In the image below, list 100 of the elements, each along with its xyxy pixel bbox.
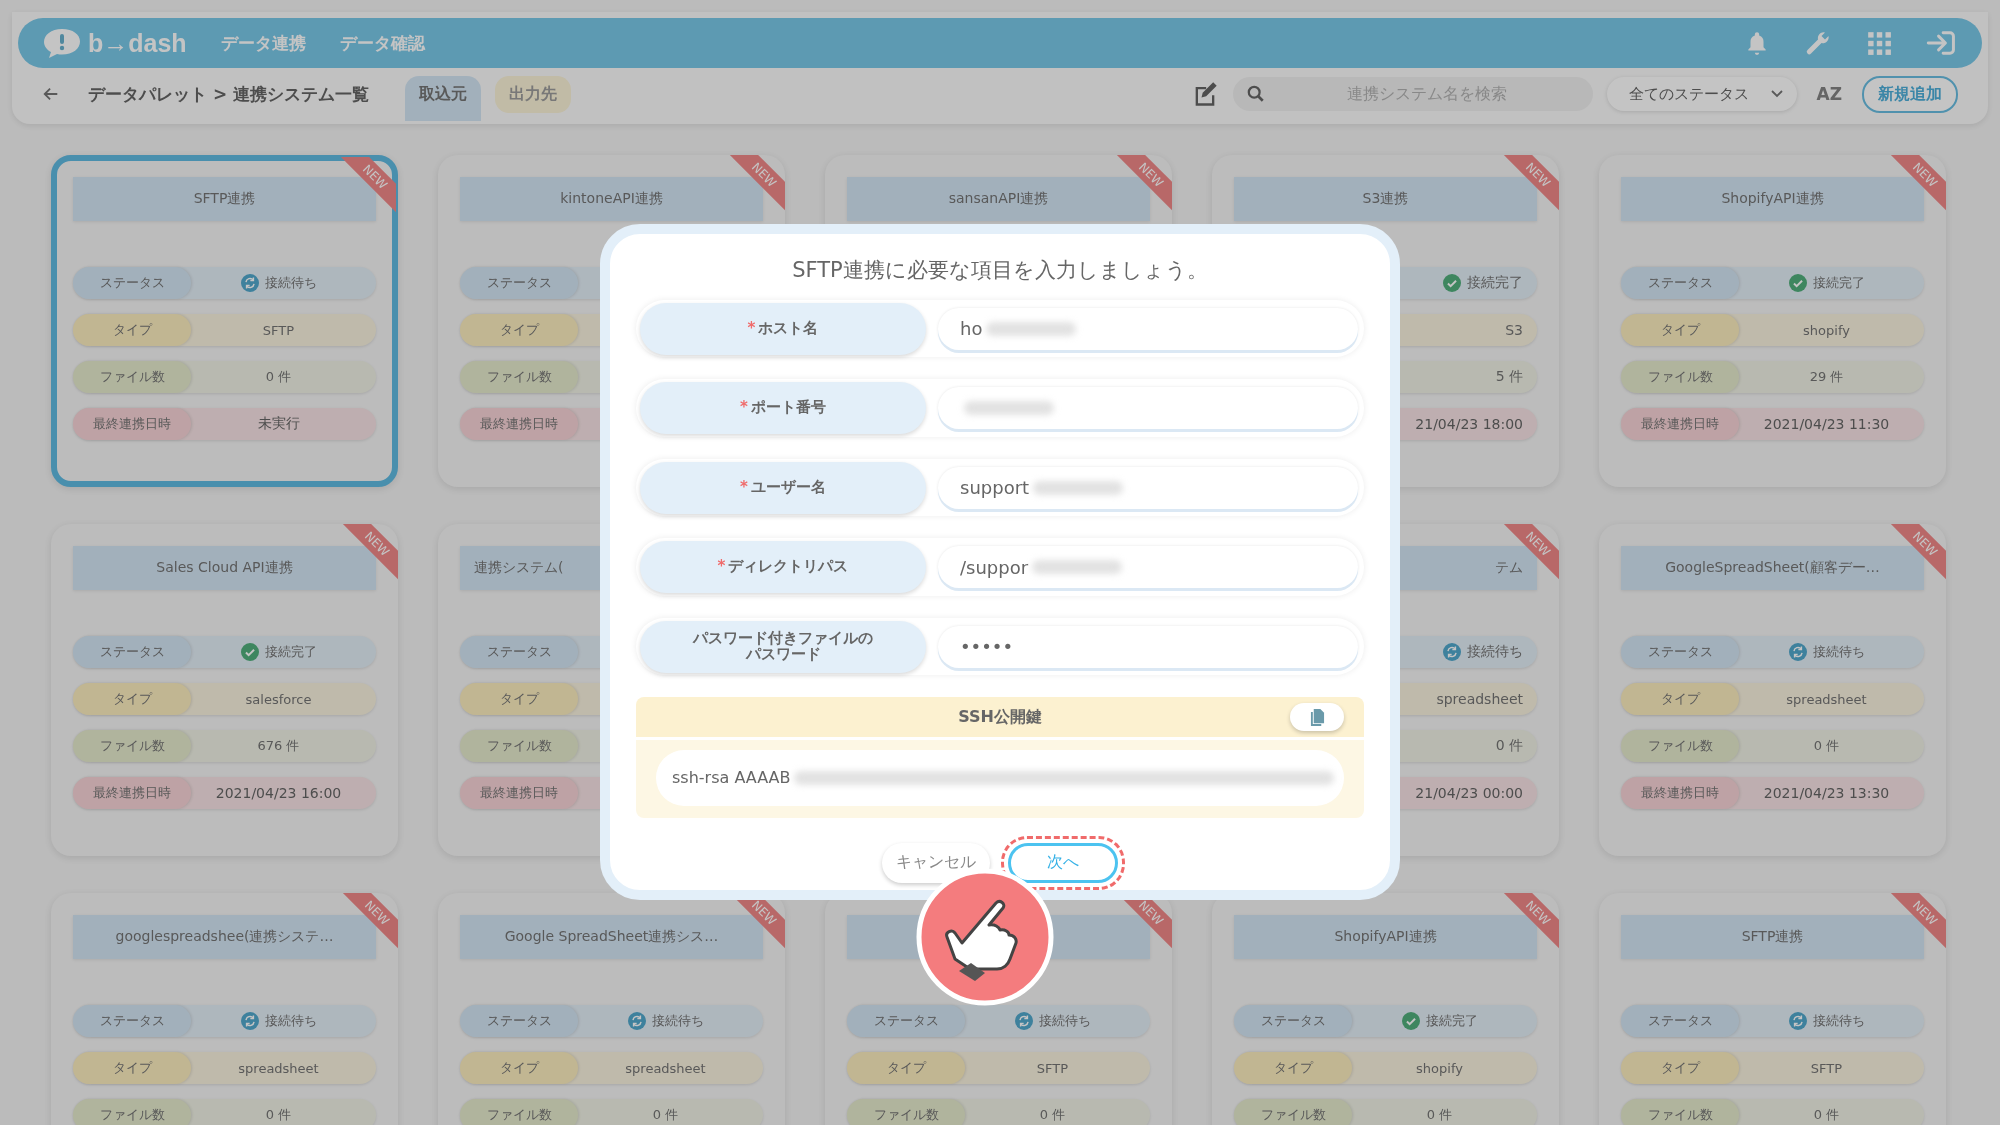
field-label: ステータス <box>460 1005 578 1037</box>
field-label: ファイル数 <box>73 1099 191 1125</box>
field-value: 接続完了 <box>1352 1005 1537 1037</box>
card-title: SFTP連携 <box>193 190 256 208</box>
field-label: パスワード付きファイルのパスワード <box>640 620 926 673</box>
field-label: ステータス <box>460 267 578 299</box>
field-value: SFTP <box>1035 1059 1070 1078</box>
field-value: SFTP <box>261 321 296 340</box>
field-value: 0 件 <box>1812 737 1841 755</box>
field-value: 676 件 <box>256 737 301 755</box>
field-value: 未実行 <box>256 414 301 433</box>
field-label: タイプ <box>847 1052 965 1084</box>
card-title: sansanAPI連携 <box>948 190 1049 208</box>
field-value: spreadsheet <box>1785 690 1868 709</box>
field-value: salesforce <box>244 690 313 709</box>
field-label: タイプ <box>1621 683 1739 715</box>
field-label: ステータス <box>1234 1005 1352 1037</box>
field-value: 29 件 <box>1808 368 1845 386</box>
field-label: ステータス <box>847 1005 965 1037</box>
field-value: 2021/04/23 13:30 <box>1762 784 1891 803</box>
field-label: 最終連携日時 <box>1621 408 1739 440</box>
field-label: ファイル数 <box>1234 1099 1352 1125</box>
field-value: 21/04/23 18:00 <box>1414 415 1524 434</box>
field-value: spreadsheet <box>1435 690 1524 709</box>
field-label: タイプ <box>73 314 191 346</box>
field-label: ファイル数 <box>460 361 578 393</box>
card-title: 連携システム( <box>474 559 564 577</box>
field-label: ファイル数 <box>1621 1099 1739 1125</box>
field-value: 接続待ち <box>1739 636 1924 668</box>
field-label: ファイル数 <box>847 1099 965 1125</box>
field-label: タイプ <box>1621 314 1739 346</box>
field-label: 最終連携日時 <box>73 408 191 440</box>
field-label: 最終連携日時 <box>460 777 578 809</box>
field-label: ステータス <box>1621 1005 1739 1037</box>
field-value: 2021/04/23 11:30 <box>1762 415 1891 434</box>
card-title: googlespreadshee(連携システ… <box>115 928 334 946</box>
required-mark: * <box>717 559 726 575</box>
field-label: タイプ <box>73 683 191 715</box>
field-label: ステータス <box>73 267 191 299</box>
field-label: タイプ <box>1621 1052 1739 1084</box>
field-label: 最終連携日時 <box>1621 777 1739 809</box>
field-value: 0 件 <box>651 1106 680 1124</box>
card-title: テム <box>1495 559 1523 577</box>
field-value: shopify <box>1802 321 1851 340</box>
card-title: ShopifyAPI連携 <box>1334 928 1437 946</box>
field-label: タイプ <box>460 1052 578 1084</box>
field-value: spreadsheet <box>624 1059 707 1078</box>
field-label: * ユーザー名 <box>640 461 926 514</box>
card-title: S3連携 <box>1362 190 1409 208</box>
field-label: ステータス <box>1621 267 1739 299</box>
card-title: Sales Cloud API連携 <box>156 559 293 577</box>
dialog-title: SFTP連携に必要な項目を入力しましょう。 <box>791 257 1209 284</box>
field-label: ステータス <box>1621 636 1739 668</box>
card-title: Google SpreadSheet連携シス… <box>504 928 719 946</box>
field-label: * ディレクトリパス <box>640 541 926 594</box>
field-label: タイプ <box>460 683 578 715</box>
card-title: GoogleSpreadSheet(顧客デー… <box>1665 559 1880 577</box>
field-value: 接続完了 <box>1739 267 1924 299</box>
field-value: 接続待ち <box>1739 1005 1924 1037</box>
field-label: ファイル数 <box>1621 730 1739 762</box>
field-label: ステータス <box>73 636 191 668</box>
field-value: 0 件 <box>1425 1106 1454 1124</box>
field-value: 0 件 <box>1812 1106 1841 1124</box>
field-value: 0 件 <box>1494 736 1524 755</box>
field-label: ステータス <box>460 636 578 668</box>
field-value: 接続待ち <box>191 1005 376 1037</box>
card-title: ShopifyAPI連携 <box>1721 190 1824 208</box>
field-label: 最終連携日時 <box>460 408 578 440</box>
field-label: 最終連携日時 <box>73 777 191 809</box>
field-value: S3 <box>1504 321 1524 340</box>
field-label: タイプ <box>1234 1052 1352 1084</box>
required-mark: * <box>740 479 748 496</box>
field-label: * ポート番号 <box>640 382 926 435</box>
field-value: 0 件 <box>264 1106 293 1124</box>
field-value: 0 件 <box>1038 1106 1067 1124</box>
field-label: ファイル数 <box>73 730 191 762</box>
field-label: ファイル数 <box>460 1099 578 1125</box>
required-mark: * <box>747 320 756 337</box>
field-label: ファイル数 <box>460 730 578 762</box>
field-value: 接続完了 <box>191 636 376 668</box>
field-label: * ホスト名 <box>640 302 926 355</box>
field-value: 接続待ち <box>578 1005 763 1037</box>
field-label: タイプ <box>73 1052 191 1084</box>
card-title: kintoneAPI連携 <box>560 190 663 208</box>
field-value: 2021/04/23 16:00 <box>214 784 343 803</box>
section-title: SSH公開鍵 <box>958 706 1042 728</box>
field-label: ステータス <box>73 1005 191 1037</box>
field-label: ファイル数 <box>73 361 191 393</box>
field-value: SFTP <box>1809 1059 1844 1078</box>
card-title: SFTP連携 <box>1741 928 1804 946</box>
field-value: 接続完了 <box>1352 267 1537 299</box>
field-value: 21/04/23 00:00 <box>1414 784 1524 803</box>
field-label: タイプ <box>460 314 578 346</box>
field-value: 接続待ち <box>965 1005 1150 1037</box>
required-mark: * <box>740 400 748 417</box>
field-value: 接続待ち <box>191 267 376 299</box>
field-value: spreadsheet <box>237 1059 320 1078</box>
breadcrumb: データパレット > 連携システム一覧 <box>88 82 370 106</box>
field-label: ファイル数 <box>1621 361 1739 393</box>
field-value: 0 件 <box>264 368 293 386</box>
